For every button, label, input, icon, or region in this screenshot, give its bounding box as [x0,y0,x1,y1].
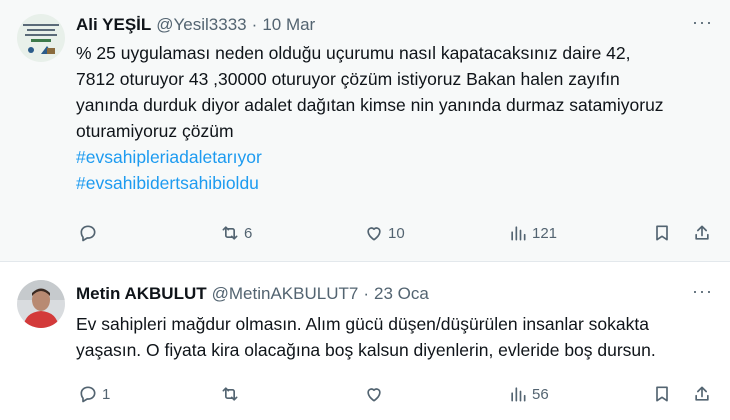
tweet-text-line: oturamiyoruz çözüm [76,121,234,141]
tweet-date[interactable]: 10 Mar [262,15,315,35]
bookmark-icon [656,386,668,402]
tweet-date[interactable]: 23 Oca [374,284,429,304]
more-options-icon[interactable]: ··· [692,281,713,302]
share-button[interactable] [692,384,712,404]
tweet-text-line: 7812 oturuyor 43 ,30000 oturuyor çözüm i… [76,69,620,89]
author-name[interactable]: Ali YEŞİL [76,15,151,35]
tweet-text-line: Ev sahipleri mağdur olmasın. Alım gücü d… [76,314,649,334]
tweet-1[interactable]: Ali YEŞİL @Yesil3333 · 10 Mar ··· % 25 u… [0,0,730,262]
bookmark-button[interactable] [652,384,672,404]
reply-icon [80,225,96,242]
separator-dot: · [363,284,370,303]
tweet-text: % 25 uygulaması neden olduğu uçurumu nas… [76,40,721,196]
reply-icon [80,386,96,403]
avatar[interactable] [17,14,65,62]
avatar[interactable] [17,280,65,328]
bookmark-icon [656,225,668,241]
tweet-2[interactable]: Metin AKBULUT @MetinAKBULUT7 · 23 Oca ··… [0,262,730,420]
author-handle[interactable]: @MetinAKBULUT7 [212,284,359,304]
author-handle[interactable]: @Yesil3333 [156,15,246,35]
separator-dot: · [251,15,258,34]
views-count: 56 [532,385,549,403]
views-icon [511,387,526,402]
retweet-button[interactable]: 6 [220,223,252,243]
like-icon [367,227,381,241]
reply-button[interactable]: 1 [78,384,110,404]
like-button[interactable] [364,384,388,404]
author-name[interactable]: Metin AKBULUT [76,284,207,304]
views-icon [511,226,526,241]
share-button[interactable] [692,223,712,243]
tweet-text-line: yanında durduk diyor adalet dağıtan kims… [76,95,664,115]
tweet-text: Ev sahipleri mağdur olmasın. Alım gücü d… [76,311,721,363]
retweet-count: 6 [244,224,253,242]
reply-button[interactable] [78,223,102,243]
like-icon [367,388,381,402]
views-count: 121 [532,224,558,242]
share-icon [695,386,709,401]
hashtag-link[interactable]: #evsahipleriadaletarıyor [76,144,721,170]
retweet-icon [222,387,238,401]
reply-count: 1 [102,385,111,403]
share-icon [695,225,709,240]
views-button[interactable]: 56 [508,384,549,404]
hashtag-link[interactable]: #evsahibidertsahibioldu [76,170,721,196]
retweet-button[interactable] [220,384,244,404]
tweet-text-line: % 25 uygulaması neden olduğu uçurumu nas… [76,43,631,63]
retweet-icon [222,226,238,240]
more-options-icon[interactable]: ··· [692,12,713,33]
like-button[interactable]: 10 [364,223,405,243]
like-count: 10 [388,224,405,242]
tweet-text-line: yaşasın. O fiyata kira olacağına boş kal… [76,340,656,360]
bookmark-button[interactable] [652,223,672,243]
views-button[interactable]: 121 [508,223,557,243]
